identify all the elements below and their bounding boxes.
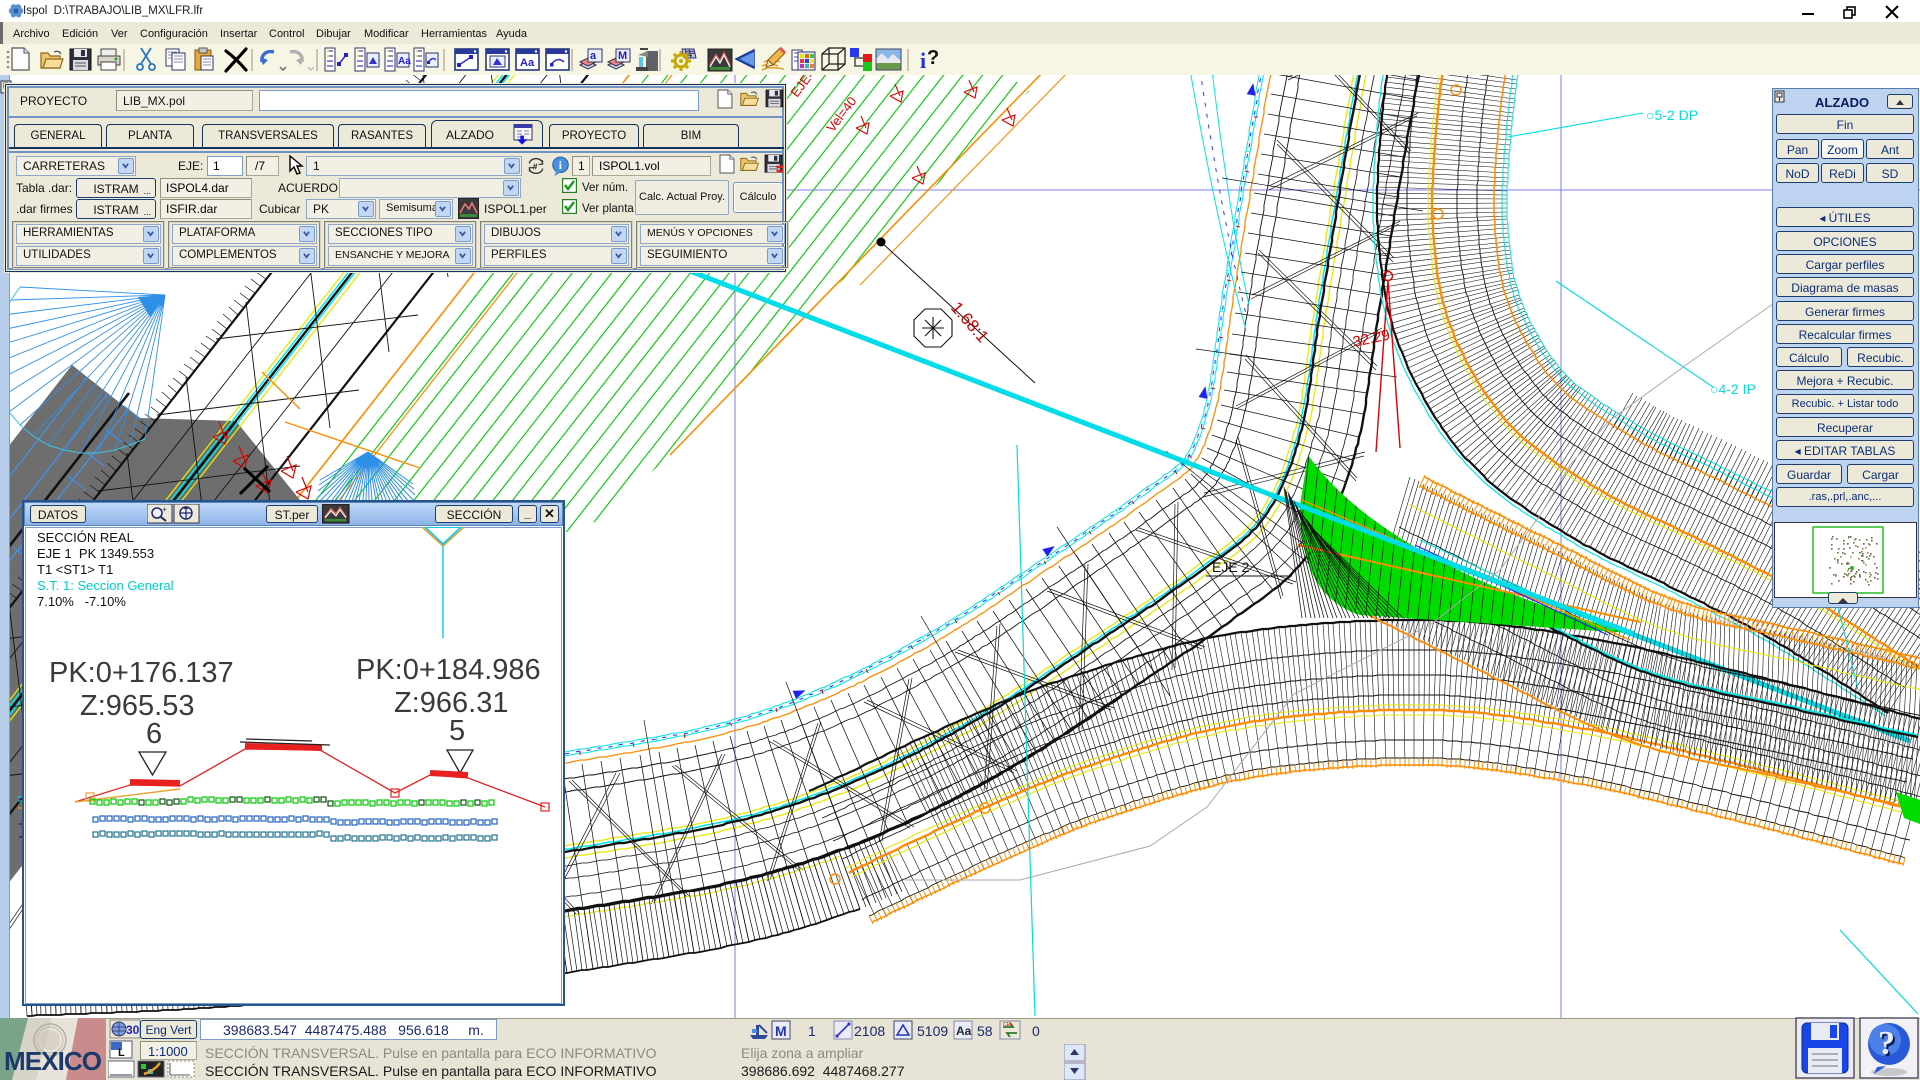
- svg-text:#: #: [533, 162, 538, 171]
- svg-text:MEXICO: MEXICO: [4, 1046, 102, 1076]
- svg-text:?: ?: [1878, 1025, 1895, 1062]
- svg-text:Aa: Aa: [956, 1024, 972, 1038]
- svg-text:EJE 2: EJE 2: [1212, 559, 1250, 575]
- svg-text:M: M: [618, 50, 627, 62]
- svg-text:CEL: CEL: [1003, 1022, 1013, 1028]
- svg-text:○5-2 DP: ○5-2 DP: [1646, 107, 1698, 123]
- svg-text:PK:0+184.986: PK:0+184.986: [356, 654, 541, 686]
- svg-text:+: +: [162, 505, 167, 514]
- svg-text:L: L: [118, 1047, 125, 1059]
- svg-text:M: M: [775, 1023, 787, 1039]
- svg-text:○4-2 IP: ○4-2 IP: [1710, 381, 1756, 397]
- svg-text:30: 30: [126, 1023, 140, 1037]
- svg-text:PK:0+176.137: PK:0+176.137: [49, 657, 234, 689]
- svg-text:i: i: [920, 48, 926, 73]
- svg-text:?: ?: [927, 47, 939, 69]
- svg-text:i: i: [559, 160, 562, 172]
- svg-text:a: a: [590, 50, 597, 62]
- svg-text:Aa: Aa: [520, 57, 535, 69]
- svg-text:Z:965.53: Z:965.53: [80, 690, 194, 722]
- svg-text:Aa: Aa: [398, 56, 411, 67]
- svg-text:5: 5: [449, 715, 465, 747]
- svg-text:6: 6: [146, 718, 162, 750]
